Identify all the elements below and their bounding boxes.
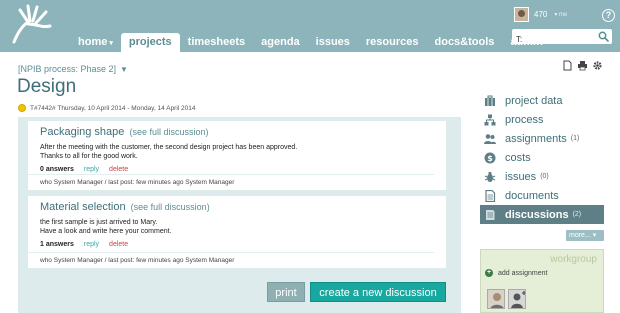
breadcrumb[interactable]: [NPIB process: Phase 2] ▼ [18,64,128,74]
see-full-discussion-link[interactable]: (see full discussion) [129,127,208,137]
user-area: 470 ▾ me [514,7,567,22]
discussion-title[interactable]: Material selection [40,201,126,213]
user-menu-toggle[interactable]: ▾ me [554,11,567,18]
task-date-line: T#7442# Thursday, 10 April 2014 - Monday… [18,104,196,112]
menu-item-project-data[interactable]: project data [480,91,604,110]
coin-icon: $ [484,152,496,163]
people-icon [484,133,496,144]
discussion-icon [486,209,495,220]
discussion-title-line: Packaging shape (see full discussion) [40,126,446,138]
discussion-actions: 1 answers reply delete [40,241,446,248]
discussion-card: Packaging shape (see full discussion) Af… [28,121,446,190]
toolbar [562,60,603,71]
svg-text:$: $ [487,154,493,163]
menu-item-discussions[interactable]: discussions (2) [480,205,604,224]
member-avatar[interactable] [487,289,505,309]
project-side-menu: project data process assignments (1) $ c… [480,91,604,224]
discussion-body-line: the first sample is just arrived to Mary… [40,219,158,226]
search-input[interactable] [512,32,596,47]
nav-timesheets[interactable]: timesheets [180,33,253,52]
printer-icon[interactable] [577,60,588,71]
menu-item-label: documents [505,189,559,202]
discussion-title-line: Material selection (see full discussion) [40,201,446,213]
process-icon [484,114,496,125]
chevron-down-icon: ▼ [120,65,128,74]
discussion-title[interactable]: Packaging shape [40,126,124,138]
discussion-meta: who System Manager / last post: few minu… [40,179,235,186]
menu-item-count: (1) [570,135,580,142]
gear-icon[interactable] [592,60,603,71]
discussion-body-line: Have a look and write here your comment. [40,228,172,235]
nav-agenda[interactable]: agenda [253,33,308,52]
menu-item-label: issues [505,170,537,183]
breadcrumb-label: [NPIB process: Phase 2] [18,64,117,74]
divider [28,174,434,175]
workgroup-panel: workgroup + add assignment [480,249,604,313]
add-circle-icon: + [485,269,493,277]
reply-link[interactable]: reply [84,166,99,173]
discussion-meta: who System Manager / last post: few minu… [40,257,235,264]
discussion-body-line: Thanks to all for the good work. [40,153,138,160]
workgroup-title: workgroup [550,254,597,265]
help-icon[interactable]: ? [602,9,615,22]
print-button[interactable]: print [267,282,305,302]
menu-item-documents[interactable]: documents [480,186,604,205]
discussion-actions: 0 answers reply delete [40,166,446,173]
person-photo-icon [490,293,504,308]
add-assignment-link[interactable]: + add assignment [485,269,547,277]
menu-item-count: (0) [540,173,549,180]
create-discussion-button[interactable]: create a new discussion [310,282,446,302]
menu-item-issues[interactable]: issues (0) [480,167,604,186]
user-score: 470 [534,10,548,19]
nav-projects[interactable]: projects [120,33,180,52]
divider [28,252,434,253]
chevron-down-icon: ▾ [109,40,113,47]
page-title: Design [17,76,77,97]
member-avatar[interactable] [508,289,526,309]
bug-icon [484,171,496,182]
nav-home-label: home [78,36,108,48]
nav-issues[interactable]: issues [308,33,358,52]
discussion-card: Material selection (see full discussion)… [28,196,446,268]
discussion-body-line: After the meeting with the customer, the… [40,144,298,151]
search-box [512,29,612,47]
more-menu-button[interactable]: more... ▾ [566,230,604,241]
menu-item-label: project data [505,94,563,107]
answers-count: 1 answers [40,241,74,248]
menu-item-costs[interactable]: $ costs [480,148,604,167]
search-icon[interactable] [598,31,609,42]
reply-link[interactable]: reply [84,241,99,248]
menu-item-count: (2) [572,211,582,218]
menu-item-label: discussions [505,208,569,221]
add-assignment-label: add assignment [498,269,548,277]
discussion-body: After the meeting with the customer, the… [40,143,446,161]
menu-item-label: assignments [505,132,567,145]
menu-item-process[interactable]: process [480,110,604,129]
nav-resources[interactable]: resources [358,33,427,52]
nav-docs-tools[interactable]: docs&tools [427,33,503,52]
new-document-icon[interactable] [562,60,573,71]
menu-item-label: costs [505,151,531,164]
delete-link[interactable]: delete [109,166,128,173]
nav-home[interactable]: home ▾ [70,33,121,52]
menu-item-label: process [505,113,544,126]
document-icon [485,189,496,202]
status-dot-icon [18,104,26,112]
top-header: home ▾ projects timesheets agenda issues … [0,0,620,52]
answers-count: 0 answers [40,166,74,173]
task-date-text: T#7442# Thursday, 10 April 2014 - Monday… [30,104,196,112]
main-nav: home ▾ projects timesheets agenda issues … [70,33,551,52]
delete-link[interactable]: delete [109,241,128,248]
hand-logo-icon[interactable] [6,2,56,46]
see-full-discussion-link[interactable]: (see full discussion) [131,202,210,212]
user-avatar[interactable] [514,7,529,22]
discussion-body: the first sample is just arrived to Mary… [40,218,446,236]
person-add-icon [511,291,525,308]
briefcase-icon [485,95,495,106]
menu-item-assignments[interactable]: assignments (1) [480,129,604,148]
